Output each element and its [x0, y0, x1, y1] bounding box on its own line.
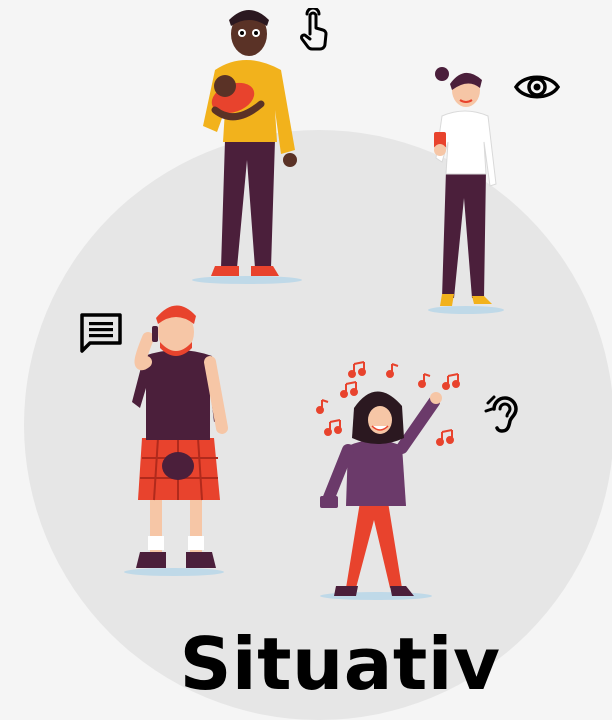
- message-icon: [80, 313, 122, 353]
- eye-icon: [514, 75, 560, 99]
- man-holding-baby-illustration: [192, 10, 302, 284]
- ear-icon: [484, 395, 518, 433]
- woman-with-phone-illustration: [428, 67, 504, 314]
- page-title: Situativ: [179, 622, 501, 706]
- man-in-kilt-on-phone-illustration: [124, 305, 228, 576]
- woman-listening-to-music-illustration: [316, 361, 460, 600]
